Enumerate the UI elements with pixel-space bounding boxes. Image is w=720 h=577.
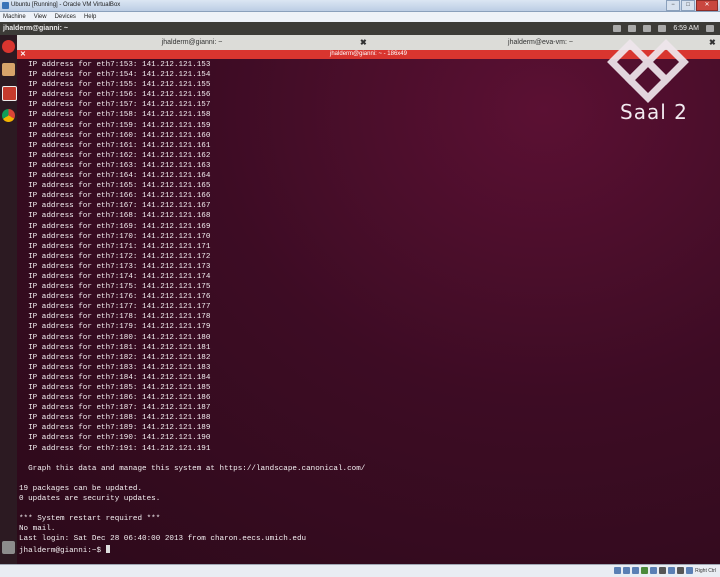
terminal-line: IP address for eth7:166: 141.212.121.166 — [19, 192, 211, 201]
terminal-line: IP address for eth7:184: 141.212.121.184 — [19, 373, 211, 382]
terminal-line: IP address for eth7:188: 141.212.121.188 — [19, 414, 211, 423]
terminal-line: IP address for eth7:185: 141.212.121.185 — [19, 384, 211, 392]
terminal-line: IP address for eth7:157: 141.212.121.157 — [19, 101, 211, 110]
terminal-line: IP address for eth7:177: 141.212.121.177 — [19, 303, 211, 312]
terminal-line: IP address for eth7:183: 141.212.121.183 — [19, 363, 211, 372]
terminal-line: IP address for eth7:159: 141.212.121.159 — [19, 121, 211, 130]
maximize-button[interactable]: □ — [681, 0, 695, 11]
terminal-line: Last login: Sat Dec 28 06:40:00 2013 fro… — [19, 535, 307, 544]
terminal-line: IP address for eth7:179: 141.212.121.179 — [19, 323, 211, 332]
terminal-line: IP address for eth7:161: 141.212.121.161 — [19, 141, 211, 150]
terminal-line: IP address for eth7:180: 141.212.121.180 — [19, 333, 211, 342]
terminal-line: IP address for eth7:175: 141.212.121.175 — [19, 283, 211, 292]
minimize-button[interactable]: − — [666, 0, 680, 11]
terminal-line: IP address for eth7:156: 141.212.121.156 — [19, 91, 211, 100]
terminal-line: IP address for eth7:181: 141.212.121.181 — [19, 343, 211, 352]
close-button[interactable]: ✕ — [696, 0, 718, 11]
terminal-line: IP address for eth7:160: 141.212.121.160 — [19, 131, 211, 140]
display-icon[interactable] — [659, 567, 667, 574]
usb-icon[interactable] — [632, 567, 640, 574]
terminal-line: IP address for eth7:172: 141.212.121.172 — [19, 252, 211, 261]
terminal-line: IP address for eth7:163: 141.212.121.163 — [19, 161, 211, 170]
terminal-line: IP address for eth7:170: 141.212.121.170 — [19, 232, 211, 241]
unity-launcher — [0, 35, 18, 564]
terminal-line: IP address for eth7:191: 141.212.121.191 — [19, 444, 211, 453]
terminal-line: IP address for eth7:167: 141.212.121.167 — [19, 202, 211, 211]
gear-icon[interactable] — [706, 25, 714, 32]
files-icon[interactable] — [2, 63, 15, 76]
terminal-line: IP address for eth7:165: 141.212.121.165 — [19, 182, 211, 191]
window-controls: − □ ✕ — [666, 0, 718, 11]
optical-drive-icon[interactable] — [623, 567, 631, 574]
terminal-line: IP address for eth7:178: 141.212.121.178 — [19, 313, 211, 322]
ubuntu-dash-icon[interactable] — [2, 40, 15, 53]
host-key-icon — [686, 567, 694, 574]
terminal-line: IP address for eth7:190: 141.212.121.190 — [19, 434, 211, 443]
terminal-icon[interactable] — [2, 86, 17, 101]
close-tab-icon[interactable]: ✖ — [709, 35, 716, 50]
terminal-line: No mail. — [19, 525, 56, 534]
terminal-line: IP address for eth7:189: 141.212.121.189 — [19, 424, 211, 433]
trash-icon[interactable] — [2, 541, 15, 554]
status-icons: Right Ctrl — [614, 567, 716, 574]
terminal-line: 0 updates are security updates. — [19, 495, 161, 504]
close-icon[interactable]: ✕ — [20, 50, 26, 59]
terminal-line: *** System restart required *** — [19, 515, 161, 524]
terminal-line: IP address for eth7:158: 141.212.121.158 — [19, 111, 211, 120]
prompt-line[interactable]: jhalderm@gianni:~$ — [19, 544, 365, 555]
menu-devices[interactable]: Devices — [55, 12, 76, 22]
terminal-line: Graph this data and manage this system a… — [19, 464, 366, 473]
close-tab-icon[interactable]: ✖ — [360, 35, 367, 50]
virtualbox-icon — [2, 2, 9, 9]
mouse-integration-icon[interactable] — [677, 567, 685, 574]
chrome-icon[interactable] — [2, 109, 15, 122]
terminal-line: IP address for eth7:162: 141.212.121.162 — [19, 151, 211, 160]
vbox-window-title: Ubuntu [Running] - Oracle VM VirtualBox — [11, 2, 121, 8]
terminal-line: IP address for eth7:182: 141.212.121.182 — [19, 353, 211, 362]
terminal-line: IP address for eth7:187: 141.212.121.187 — [19, 404, 211, 413]
host-key-label: Right Ctrl — [695, 567, 716, 574]
terminal-line: IP address for eth7:173: 141.212.121.173 — [19, 262, 211, 271]
terminal-line: IP address for eth7:154: 141.212.121.154 — [19, 71, 211, 80]
terminal-line: IP address for eth7:164: 141.212.121.164 — [19, 172, 211, 181]
tab-gianni[interactable]: jhalderm@gianni: ~ — [17, 35, 367, 50]
capture-icon[interactable] — [668, 567, 676, 574]
menu-machine[interactable]: Machine — [3, 12, 26, 22]
terminal-line: IP address for eth7:171: 141.212.121.171 — [19, 242, 211, 251]
terminal-line: IP address for eth7:186: 141.212.121.186 — [19, 394, 211, 403]
shell-prompt: jhalderm@gianni:~$ — [19, 546, 106, 555]
menu-view[interactable]: View — [34, 12, 47, 22]
terminal-line: IP address for eth7:174: 141.212.121.174 — [19, 272, 211, 281]
vbox-status-bar: Right Ctrl — [0, 564, 720, 577]
text-cursor — [105, 544, 110, 553]
terminal-output[interactable]: IP address for eth7:153: 141.212.121.153… — [17, 59, 720, 564]
network-adapter-icon[interactable] — [641, 567, 649, 574]
panel-window-title: jhalderm@gianni: ~ — [3, 25, 68, 32]
terminal-line: 19 packages can be updated. — [19, 484, 143, 493]
terminal-line: IP address for eth7:155: 141.212.121.155 — [19, 81, 211, 90]
terminal-title: jhalderm@gianni: ~ - 186x49 — [330, 51, 407, 57]
vbox-title-bar: Ubuntu [Running] - Oracle VM VirtualBox … — [0, 0, 720, 12]
hard-disk-icon[interactable] — [614, 567, 622, 574]
terminal-lines: IP address for eth7:153: 141.212.121.153… — [19, 60, 365, 555]
terminal-line: IP address for eth7:169: 141.212.121.169 — [19, 222, 211, 231]
terminal-line: IP address for eth7:168: 141.212.121.168 — [19, 212, 211, 221]
vbox-menu-bar: Machine View Devices Help — [0, 12, 720, 22]
menu-help[interactable]: Help — [84, 12, 96, 22]
terminal-line: IP address for eth7:153: 141.212.121.153 — [19, 61, 211, 69]
saal-label: Saal 2 — [620, 100, 688, 124]
shared-folders-icon[interactable] — [650, 567, 658, 574]
terminal-line: IP address for eth7:176: 141.212.121.176 — [19, 293, 211, 302]
